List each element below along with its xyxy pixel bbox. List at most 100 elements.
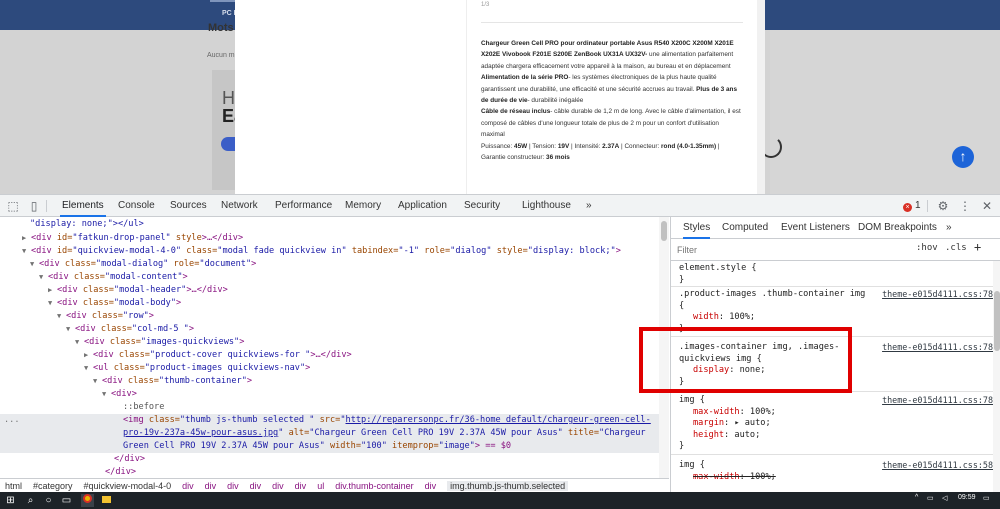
breadcrumb-item-current[interactable]: img.thumb.js-thumb.selected [447, 481, 569, 491]
rule-source-link[interactable]: theme-e015d4111.css:78 [882, 342, 993, 352]
css-declaration[interactable]: width: 100%; [671, 312, 993, 324]
dom-node[interactable]: ▼ <div class="thumb-container"> [0, 375, 669, 388]
tray-chevron-icon[interactable]: ^ [915, 494, 918, 501]
dom-node[interactable]: ▼ <div class="row"> [0, 310, 669, 323]
volume-icon[interactable]: ◁ [942, 494, 947, 502]
inspect-element-icon[interactable]: ⬚ [5, 198, 21, 214]
hover-state-button[interactable]: :hov [916, 243, 938, 253]
collapse-arrow-icon[interactable]: ▼ [57, 310, 66, 323]
tab-styles[interactable]: Styles [683, 217, 711, 239]
dom-node[interactable]: ▼ <div id="quickview-modal-4-0" class="mo… [0, 245, 669, 258]
css-declaration[interactable]: height: auto; [671, 430, 993, 442]
breadcrumb-item[interactable]: #quickview-modal-4-0 [84, 481, 172, 491]
collapse-arrow-icon[interactable]: ▼ [48, 297, 57, 310]
clock-time[interactable]: 09:59 [958, 494, 976, 501]
scrollbar-thumb[interactable] [661, 221, 667, 241]
error-counter[interactable]: × 1 [903, 200, 921, 212]
close-icon[interactable]: ✕ [979, 198, 995, 214]
tab-event-listeners[interactable]: Event Listeners [781, 217, 850, 239]
collapse-arrow-icon[interactable]: ▼ [22, 245, 31, 258]
tab-elements[interactable]: Elements [60, 195, 106, 217]
dom-node-close[interactable]: </div> [0, 466, 669, 478]
dom-node[interactable]: ▼ <div class="modal-content"> [0, 271, 669, 284]
image-src-link-cont[interactable]: pro-19v-237a-45w-pour-asus.jpg [123, 428, 278, 438]
windows-icon[interactable]: ⊞ [4, 494, 17, 507]
elements-tree[interactable]: "display: none;"></ul> ▶ <div id="fatkun-… [0, 217, 669, 478]
arrow-up-icon[interactable]: ↑ [952, 146, 974, 168]
collapse-arrow-icon[interactable]: ▼ [102, 388, 111, 401]
breadcrumb-item[interactable]: #category [33, 481, 73, 491]
task-view-icon[interactable]: ○ [42, 494, 55, 507]
breadcrumb-item[interactable]: div [425, 481, 437, 491]
css-declaration[interactable]: max-width: 100%; [671, 407, 993, 419]
more-tabs-button[interactable]: » [584, 195, 594, 217]
dom-node[interactable]: "display: none;"></ul> [0, 218, 669, 231]
modal-scrollbar[interactable] [757, 0, 765, 194]
more-options-icon[interactable]: ⋮ [957, 198, 973, 214]
rule-source-link[interactable]: theme-e015d4111.css:58 [882, 460, 993, 470]
css-declaration-overridden[interactable]: max-width: 100%; [671, 472, 993, 484]
css-declaration[interactable]: margin: ▸ auto; [671, 418, 993, 430]
expand-arrow-icon[interactable]: ▶ [84, 349, 93, 362]
dom-node-close[interactable]: </div> [0, 453, 669, 466]
more-tabs-button[interactable]: » [946, 217, 952, 239]
collapse-arrow-icon[interactable]: ▼ [75, 336, 84, 349]
dom-node[interactable]: ▼ <div class="modal-body"> [0, 297, 669, 310]
breadcrumb-item[interactable]: div [272, 481, 284, 491]
add-rule-button[interactable]: + [974, 240, 981, 254]
breadcrumb-item[interactable]: div [295, 481, 307, 491]
tab-lighthouse[interactable]: Lighthouse [520, 195, 573, 217]
node-actions-dots[interactable]: ... [4, 414, 20, 427]
rule-source-link[interactable]: theme-e015d4111.css:78 [882, 395, 993, 405]
tab-performance[interactable]: Performance [273, 195, 334, 217]
dom-node[interactable]: ▶ <div id="fatkun-drop-panel" style>…</di… [0, 232, 669, 245]
dom-node[interactable]: ▼ <div> [0, 388, 669, 401]
css-rule-element-style[interactable]: element.style { } [671, 263, 993, 287]
breadcrumb-item[interactable]: ul [317, 481, 324, 491]
tab-application[interactable]: Application [396, 195, 449, 217]
expand-arrow-icon[interactable]: ▶ [22, 232, 31, 245]
collapse-arrow-icon[interactable]: ▼ [93, 375, 102, 388]
tab-computed[interactable]: Computed [722, 217, 768, 239]
gear-icon[interactable]: ⚙ [935, 198, 951, 214]
collapse-arrow-icon[interactable]: ▼ [66, 323, 75, 336]
image-src-link[interactable]: http://reparersonpc.fr/36-home_default/c… [346, 415, 651, 425]
breadcrumb-item[interactable]: div.thumb-container [335, 481, 413, 491]
tab-sources[interactable]: Sources [168, 195, 209, 217]
device-toolbar-icon[interactable]: ▯ [26, 198, 42, 214]
dom-node[interactable]: ▼ <ul class="product-images quickviews-na… [0, 362, 669, 375]
css-rule[interactable]: img { theme-e015d4111.css:58 max-width: … [671, 460, 993, 492]
breadcrumb-item[interactable]: div [205, 481, 217, 491]
class-toggle-button[interactable]: .cls [945, 243, 967, 253]
tab-memory[interactable]: Memory [343, 195, 383, 217]
dom-node[interactable]: ▼ <div class="modal-dialog" role="documen… [0, 258, 669, 271]
collapse-arrow-icon[interactable]: ▼ [84, 362, 93, 375]
styles-filter-input[interactable] [677, 243, 897, 257]
tab-network[interactable]: Network [219, 195, 260, 217]
taskbar-app-icon[interactable]: ▭ [60, 494, 73, 507]
notification-icon[interactable]: ▭ [983, 494, 990, 502]
selected-dom-node[interactable]: ... <img class="thumb js-thumb selected … [0, 414, 669, 453]
breadcrumb-item[interactable]: div [250, 481, 262, 491]
rule-source-link[interactable]: theme-e015d4111.css:78 [882, 289, 993, 299]
tab-console[interactable]: Console [116, 195, 157, 217]
file-explorer-icon[interactable] [100, 494, 113, 507]
scrollbar-thumb[interactable] [994, 291, 1000, 351]
dom-node[interactable]: ▼ <div class="col-md-5 "> [0, 323, 669, 336]
expand-arrow-icon[interactable]: ▶ [48, 284, 57, 297]
dom-node[interactable]: ▶ <div class="product-cover quickviews-fo… [0, 349, 669, 362]
search-icon[interactable]: ⌕ [24, 494, 37, 507]
collapse-arrow-icon[interactable]: ▼ [30, 258, 39, 271]
network-icon[interactable]: ▭ [927, 494, 934, 502]
css-rule[interactable]: img { theme-e015d4111.css:78 max-width: … [671, 395, 993, 455]
styles-scrollbar[interactable] [993, 261, 1000, 493]
dom-node[interactable]: ▶ <div class="modal-header">…</div> [0, 284, 669, 297]
dom-node[interactable]: ▼ <div class="images-quickviews"> [0, 336, 669, 349]
chrome-icon[interactable] [81, 494, 94, 507]
breadcrumb-item[interactable]: html [5, 481, 22, 491]
collapse-arrow-icon[interactable]: ▼ [39, 271, 48, 284]
tab-security[interactable]: Security [462, 195, 502, 217]
tab-dom-breakpoints[interactable]: DOM Breakpoints [858, 217, 937, 239]
breadcrumb-item[interactable]: div [182, 481, 194, 491]
breadcrumb-item[interactable]: div [227, 481, 239, 491]
